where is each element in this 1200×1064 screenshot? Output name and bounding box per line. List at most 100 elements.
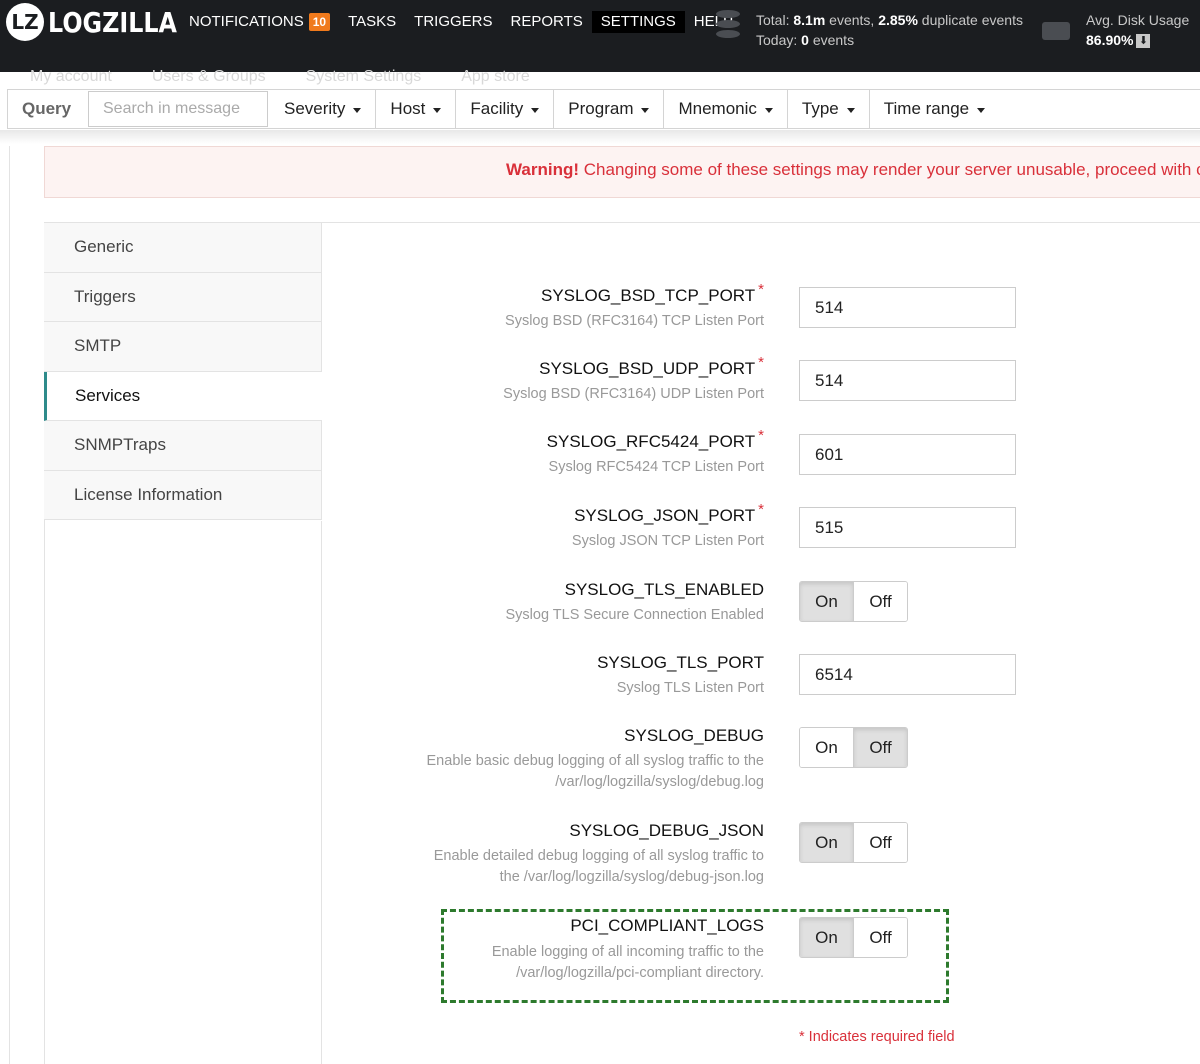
filter-label: Mnemonic — [678, 99, 757, 118]
query-bar: Query Search in message Severity Host Fa… — [7, 89, 1200, 129]
field-help: Syslog TLS Listen Port — [616, 680, 764, 696]
field-help: Syslog RFC5424 TCP Listen Port — [548, 459, 764, 475]
sidemenu-item-snmptraps[interactable]: SNMPTraps — [44, 421, 322, 471]
field-help: Syslog TLS Secure Connection Enabled — [505, 607, 764, 623]
syslog-tls-port-input[interactable]: 6514 — [799, 654, 1016, 695]
toggle-off-button[interactable]: Off — [853, 582, 907, 621]
subnav-app-store[interactable]: App store — [461, 68, 529, 86]
field-name: SYSLOG_JSON_PORT — [574, 506, 756, 525]
caret-down-icon — [353, 107, 362, 113]
disk-usage-value: 86.90% — [1086, 32, 1134, 48]
duplicate-pct-value: 2.85% — [878, 12, 918, 28]
toggle-on-button[interactable]: On — [800, 918, 853, 957]
event-stats: Total: 8.1m events, 2.85% duplicate even… — [716, 10, 1023, 50]
warning-strong: Warning! — [506, 160, 580, 179]
sidemenu-item-license-information[interactable]: License Information — [44, 470, 322, 520]
filter-label: Program — [568, 99, 634, 118]
field-label: SYSLOG_TLS_PORT — [597, 653, 764, 672]
toggle-on-button[interactable]: On — [800, 582, 853, 621]
warning-text: Changing some of these settings may rend… — [583, 160, 1200, 179]
program-filter[interactable]: Program — [554, 90, 665, 128]
field-label: SYSLOG_RFC5424_PORT * — [547, 427, 764, 452]
syslog-bsd-tcp-port-input[interactable]: 514 — [799, 287, 1016, 328]
search-input[interactable]: Search in message — [88, 91, 268, 127]
page-left-border — [9, 146, 10, 1064]
nav-label: NOTIFICATIONS — [189, 13, 304, 30]
disk-usage-text: Avg. Disk Usage 86.90% ⬇ — [1086, 10, 1189, 50]
required-field-note: * Indicates required field — [799, 1029, 955, 1045]
events-word: events, — [829, 12, 875, 28]
today-suffix: events — [812, 32, 855, 48]
syslog-debug-toggle: On Off — [799, 727, 908, 768]
database-icon — [716, 10, 740, 40]
logo-mark: LZ — [6, 3, 44, 41]
subnav-users-groups[interactable]: Users & Groups — [152, 68, 266, 86]
host-filter[interactable]: Host — [376, 90, 457, 128]
subnav-my-account[interactable]: My account — [30, 68, 112, 86]
settings-subnav: My account Users & Groups System Setting… — [30, 68, 570, 86]
nav-reports[interactable]: REPORTS — [502, 11, 592, 33]
field-label: SYSLOG_JSON_PORT * — [574, 501, 764, 526]
syslog-bsd-udp-port-input[interactable]: 514 — [799, 360, 1016, 401]
field-label: PCI_COMPLIANT_LOGS — [570, 916, 764, 935]
field-label: SYSLOG_BSD_UDP_PORT * — [539, 354, 764, 379]
today-events-line: Today: 0 events — [756, 30, 1023, 50]
toggle-off-button[interactable]: Off — [853, 728, 907, 767]
field-help: Enable logging of all incoming traffic t… — [492, 942, 764, 984]
field-help: Enable detailed debug logging of all sys… — [434, 846, 764, 888]
total-label: Total: — [756, 12, 790, 28]
caret-down-icon — [641, 107, 650, 113]
severity-filter[interactable]: Severity — [270, 90, 377, 128]
facility-filter[interactable]: Facility — [456, 90, 555, 128]
nav-tasks[interactable]: TASKS — [339, 11, 405, 33]
sidemenu-item-generic[interactable]: Generic — [44, 223, 322, 273]
top-navbar: LZ LOGZILLA NOTIFICATIONS 10 TASKS TRIGG… — [0, 0, 1200, 72]
required-asterisk: * — [758, 501, 764, 518]
type-filter[interactable]: Type — [788, 90, 870, 128]
filter-label: Host — [390, 99, 426, 118]
field-help-line: /var/log/logzilla/pci-compliant director… — [516, 965, 764, 981]
required-asterisk: * — [758, 281, 764, 298]
nav-notifications[interactable]: NOTIFICATIONS 10 — [180, 11, 339, 33]
logo-text: LOGZILLA — [48, 5, 177, 39]
settings-sidemenu: Generic Triggers SMTP Services SNMPTraps… — [44, 223, 322, 520]
disk-usage-label: Avg. Disk Usage — [1086, 12, 1190, 28]
toggle-on-button[interactable]: On — [800, 728, 853, 767]
syslog-tls-enabled-toggle: On Off — [799, 581, 908, 622]
sidemenu-item-smtp[interactable]: SMTP — [44, 322, 322, 372]
field-help-line: Enable logging of all incoming traffic t… — [491, 944, 764, 960]
sidemenu-item-services[interactable]: Services — [44, 371, 322, 421]
nav-settings[interactable]: SETTINGS — [591, 11, 685, 33]
filter-label: Type — [801, 99, 839, 118]
main-nav: NOTIFICATIONS 10 TASKS TRIGGERS REPORTS … — [180, 11, 742, 33]
warning-alert: Warning! Changing some of these settings… — [44, 146, 1200, 198]
sidemenu-divider — [321, 521, 322, 1064]
syslog-debug-json-toggle: On Off — [799, 822, 908, 863]
download-icon[interactable]: ⬇ — [1136, 34, 1151, 49]
caret-down-icon — [531, 107, 540, 113]
toggle-on-button[interactable]: On — [800, 823, 853, 862]
time-range-filter[interactable]: Time range — [870, 90, 999, 128]
field-name: SYSLOG_BSD_UDP_PORT — [539, 359, 756, 378]
subnav-system-settings[interactable]: System Settings — [306, 68, 422, 86]
required-asterisk: * — [758, 427, 764, 444]
syslog-json-port-input[interactable]: 515 — [799, 507, 1016, 548]
mnemonic-filter[interactable]: Mnemonic — [664, 90, 788, 128]
logzilla-logo[interactable]: LZ LOGZILLA — [6, 2, 200, 42]
field-help-line: Enable basic debug logging of all syslog… — [426, 753, 764, 769]
querybar-shadow — [0, 130, 1200, 144]
required-asterisk: * — [758, 354, 764, 371]
toggle-off-button[interactable]: Off — [853, 918, 907, 957]
toggle-off-button[interactable]: Off — [853, 823, 907, 862]
today-events-value: 0 — [801, 32, 809, 48]
caret-down-icon — [977, 107, 986, 113]
nav-triggers[interactable]: TRIGGERS — [405, 11, 501, 33]
field-name: SYSLOG_BSD_TCP_PORT — [541, 286, 756, 305]
field-help-line: Enable detailed debug logging of all sys… — [433, 848, 764, 864]
duplicate-label: duplicate events — [921, 12, 1023, 28]
disk-usage: Avg. Disk Usage 86.90% ⬇ — [1042, 10, 1189, 50]
sidemenu-item-triggers[interactable]: Triggers — [44, 272, 322, 322]
field-label: SYSLOG_DEBUG — [624, 726, 764, 745]
caret-down-icon — [433, 107, 442, 113]
syslog-rfc5424-port-input[interactable]: 601 — [799, 434, 1016, 475]
